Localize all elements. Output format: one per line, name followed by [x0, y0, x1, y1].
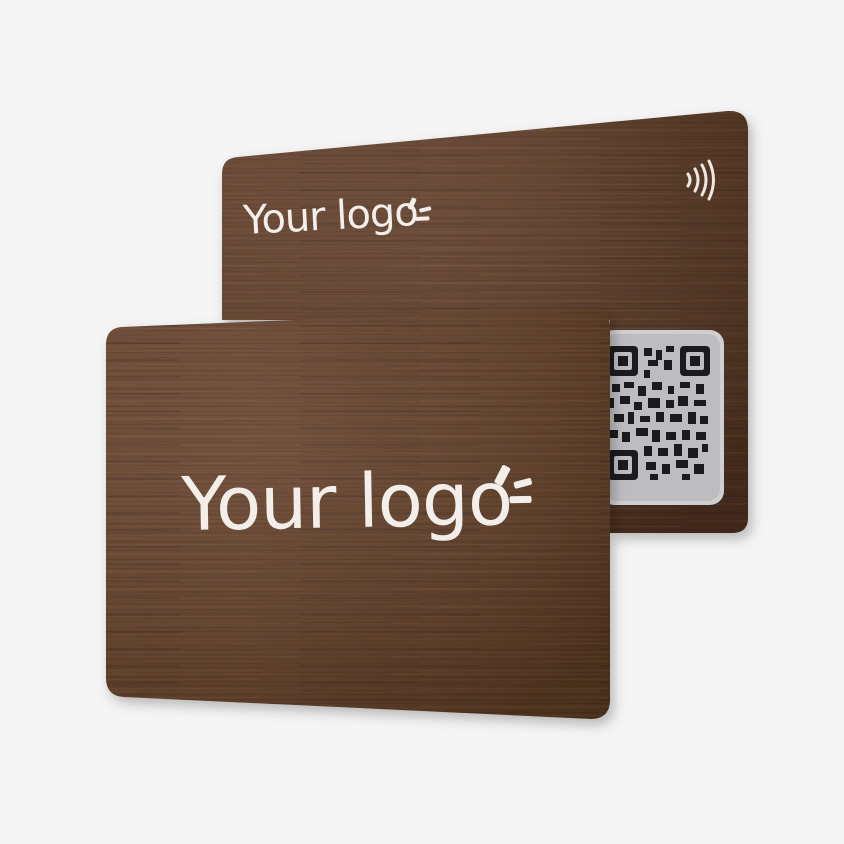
back-card-logo-text: Your logo: [241, 189, 419, 244]
front-card-logo-text: Your logo: [180, 456, 513, 548]
product-scene: Your logo Your logo: [0, 0, 844, 844]
cards-illustration: Your logo Your logo: [106, 110, 748, 719]
front-card-logo: Your logo: [180, 456, 532, 548]
qr-code-panel: [600, 330, 724, 505]
